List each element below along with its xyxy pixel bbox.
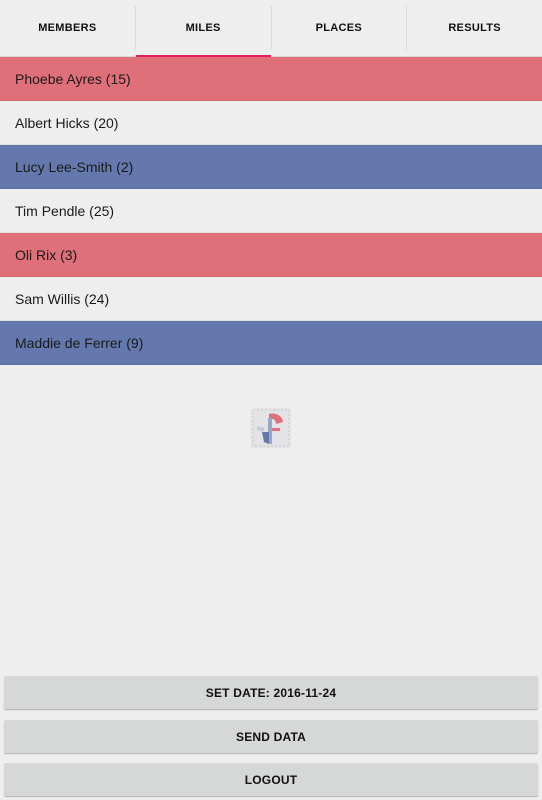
app-screen: MEMBERS MILES PLACES RESULTS Phoebe Ayre… (0, 0, 542, 800)
set-date-button[interactable]: SET DATE: 2016-11-24 (4, 676, 538, 709)
send-data-label: SEND DATA (235, 729, 307, 744)
send-data-button[interactable]: SEND DATA (4, 720, 538, 753)
list-item[interactable]: Tim Pendle (25) (0, 189, 542, 233)
list-item-label: Maddie de Ferrer (9) (15, 334, 144, 351)
member-list: Phoebe Ayres (15) Albert Hicks (20) Lucy… (0, 57, 542, 365)
logout-label: LOGOUT (244, 772, 298, 787)
list-item[interactable]: Oli Rix (3) (0, 233, 542, 277)
list-item[interactable]: Maddie de Ferrer (9) (0, 321, 542, 365)
list-item-label: Sam Willis (24) (15, 290, 110, 307)
set-date-label: SET DATE: 2016-11-24 (205, 685, 337, 700)
list-item-label: Phoebe Ayres (15) (15, 70, 131, 87)
list-item-label: Albert Hicks (20) (15, 114, 119, 131)
list-item[interactable]: Albert Hicks (20) (0, 101, 542, 145)
logout-button[interactable]: LOGOUT (4, 763, 538, 796)
tab-results[interactable]: RESULTS (407, 0, 542, 56)
club-logo-icon (249, 406, 293, 450)
list-item[interactable]: Sam Willis (24) (0, 277, 542, 321)
tab-results-label: RESULTS (448, 22, 501, 34)
list-item-label: Oli Rix (3) (15, 246, 78, 263)
tab-miles-label: MILES (185, 22, 221, 34)
list-item-label: Tim Pendle (25) (15, 202, 115, 219)
tab-miles[interactable]: MILES (135, 0, 271, 57)
tab-places[interactable]: PLACES (272, 0, 407, 56)
tab-bar: MEMBERS MILES PLACES RESULTS (0, 0, 542, 57)
tab-members[interactable]: MEMBERS (0, 0, 135, 56)
list-item-label: Lucy Lee-Smith (2) (15, 158, 134, 175)
tab-places-label: PLACES (315, 22, 363, 34)
tab-members-label: MEMBERS (38, 22, 97, 34)
list-item[interactable]: Lucy Lee-Smith (2) (0, 145, 542, 189)
list-item[interactable]: Phoebe Ayres (15) (0, 57, 542, 101)
